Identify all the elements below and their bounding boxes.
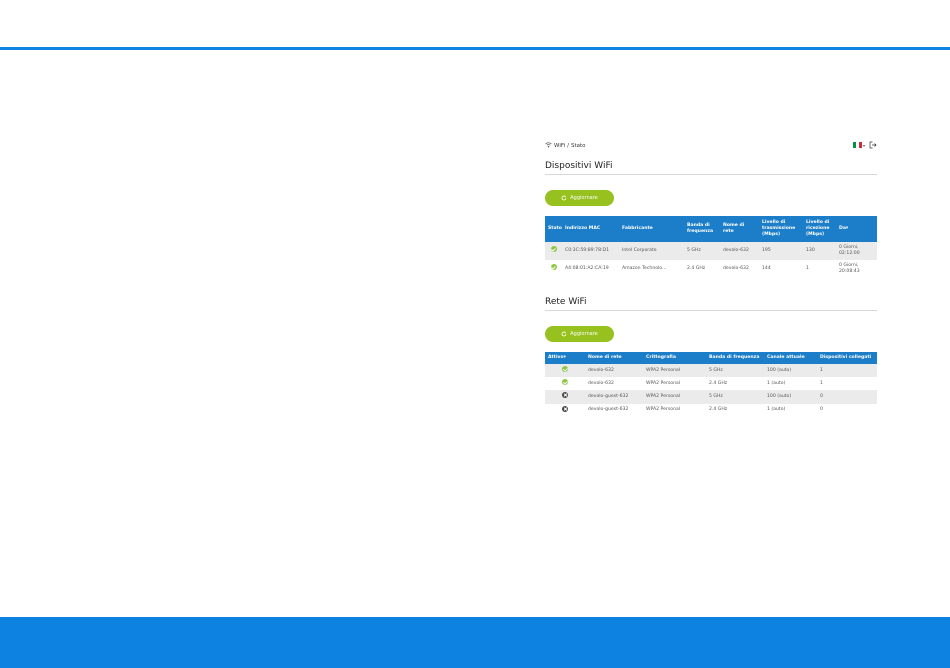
chevron-down-icon: ▾ xyxy=(862,142,865,148)
flag-it-icon xyxy=(852,142,862,148)
channel-cell: 100 (auto) xyxy=(764,364,817,378)
tx-cell: 144 xyxy=(762,265,771,271)
devices-section: Dispositivi WiFi Aggiornare Stato Indiriz… xyxy=(545,161,877,278)
breadcrumb-page: Stato xyxy=(571,143,586,149)
column-header: Fabbricante xyxy=(619,216,684,242)
mac-cell: A4:08:01:A2:CA:19 xyxy=(565,265,609,271)
clients-cell: 1 xyxy=(817,364,877,378)
devices-refresh-button[interactable]: Aggiornare xyxy=(545,190,614,206)
clients-cell: 1 xyxy=(820,380,823,386)
ssid-cell: devolo-guest-632 xyxy=(588,407,629,413)
breadcrumb-separator: / xyxy=(567,143,569,149)
active-cell xyxy=(545,377,585,390)
column-header: Crittografia xyxy=(643,352,706,364)
check-circle-icon xyxy=(562,379,568,386)
since-cell: 0 Giorni, 20:08:43 xyxy=(839,262,860,274)
check-circle-icon xyxy=(562,366,568,372)
table-row: devolo-632 WPA2 Personal 2.4 GHz 1 (auto) 1 xyxy=(545,377,877,390)
column-header: Livello di trasmissione (Mbps) xyxy=(759,216,803,242)
clients-cell: 0 xyxy=(817,390,877,404)
breadcrumb: WiFi / Stato xyxy=(545,142,586,150)
footer-bar xyxy=(0,617,950,668)
refresh-icon xyxy=(561,331,567,337)
ssid-cell: devolo-632 xyxy=(720,242,759,260)
vendor-cell: Intel Corporate xyxy=(619,242,684,260)
wifi-icon xyxy=(545,142,552,150)
column-header: Stato xyxy=(545,216,562,242)
column-header: Nome di rete xyxy=(585,352,643,364)
mac-cell: C0:3C:59:89:78:D1 xyxy=(562,242,619,260)
band-cell: 5 GHz xyxy=(706,390,764,404)
table-row: devolo-guest-632 WPA2 Personal 2.4 GHz 1 (a… xyxy=(545,404,877,417)
networks-refresh-label: Aggiornare xyxy=(570,331,598,337)
ssid-cell: devolo-guest-632 xyxy=(585,390,643,404)
logout-icon[interactable] xyxy=(869,141,877,149)
table-row: C0:3C:59:89:78:D1 Intel Corporate 5 GHz dev… xyxy=(545,242,877,260)
active-cell xyxy=(545,390,585,404)
channel-cell: 1 (auto) xyxy=(767,380,786,386)
column-header[interactable]: Da▾ xyxy=(836,216,877,242)
band-cell: 5 GHz xyxy=(684,242,720,260)
networks-refresh-button[interactable]: Aggiornare xyxy=(545,326,614,342)
refresh-icon xyxy=(561,195,567,201)
devices-header-row: Stato Indirizzo MAC Fabbricante Banda di fr… xyxy=(545,216,877,242)
since-cell: 0 Giorni, 02:12:00 xyxy=(836,242,877,260)
ssid-cell: devolo-632 xyxy=(585,364,643,378)
table-row: devolo-guest-632 WPA2 Personal 5 GHz 100 (a… xyxy=(545,390,877,404)
language-selector[interactable]: ▾ xyxy=(852,142,865,148)
ssid-cell: devolo-632 xyxy=(588,380,614,386)
band-cell: 5 GHz xyxy=(706,364,764,378)
encryption-cell: WPA2 Personal xyxy=(643,390,706,404)
column-header: Dispositivi collegati xyxy=(817,352,877,364)
column-header: Livello di ricezione (Mbps) xyxy=(803,216,836,242)
table-row: A4:08:01:A2:CA:19 Amazon Technolo... 2.4 G… xyxy=(545,260,877,278)
column-header: Canale attuale xyxy=(764,352,817,364)
networks-header-row: Attivo▾ Nome di rete Crittografia Banda di … xyxy=(545,352,877,364)
active-cell xyxy=(545,364,585,378)
x-circle-icon xyxy=(562,405,568,412)
column-header: Nome di rete xyxy=(720,216,759,242)
status-cell xyxy=(545,260,562,278)
status-cell xyxy=(545,242,562,260)
wifi-status-panel: WiFi / Stato ▾ Dispositivi WiFi Aggiorna… xyxy=(545,140,877,417)
networks-title: Rete WiFi xyxy=(545,297,877,311)
band-cell: 2.4 GHz xyxy=(709,407,728,413)
channel-cell: 1 (auto) xyxy=(767,407,786,413)
rx-cell: 130 xyxy=(803,242,836,260)
tx-cell: 195 xyxy=(759,242,803,260)
active-cell xyxy=(545,404,585,417)
band-cell: 2.4 GHz xyxy=(687,265,706,271)
check-circle-icon xyxy=(550,246,557,253)
clients-cell: 0 xyxy=(820,407,823,413)
column-header: Indirizzo MAC xyxy=(562,216,619,242)
encryption-cell: WPA2 Personal xyxy=(646,380,681,386)
toolbar: WiFi / Stato ▾ xyxy=(545,140,877,152)
table-row: devolo-632 WPA2 Personal 5 GHz 100 (auto) 1 xyxy=(545,364,877,378)
devices-refresh-label: Aggiornare xyxy=(570,195,598,201)
check-circle-icon xyxy=(550,264,557,271)
networks-table: Attivo▾ Nome di rete Crittografia Banda di … xyxy=(545,352,877,417)
networks-section: Rete WiFi Aggiornare Attivo▾ Nome di rete… xyxy=(545,297,877,417)
header-divider xyxy=(0,47,950,50)
rx-cell: 1 xyxy=(806,265,809,271)
column-header: Banda di frequenza xyxy=(684,216,720,242)
channel-cell: 100 (auto) xyxy=(764,390,817,404)
devices-table: Stato Indirizzo MAC Fabbricante Banda di fr… xyxy=(545,216,877,278)
vendor-cell: Amazon Technolo... xyxy=(622,265,667,271)
band-cell: 2.4 GHz xyxy=(709,380,728,386)
x-circle-icon xyxy=(562,392,568,399)
breadcrumb-section[interactable]: WiFi xyxy=(554,143,565,149)
column-header[interactable]: Attivo▾ xyxy=(545,352,585,364)
column-header: Banda di frequenza xyxy=(706,352,764,364)
devices-title: Dispositivi WiFi xyxy=(545,161,877,175)
encryption-cell: WPA2 Personal xyxy=(646,407,681,413)
encryption-cell: WPA2 Personal xyxy=(643,364,706,378)
ssid-cell: devolo-632 xyxy=(723,265,749,271)
